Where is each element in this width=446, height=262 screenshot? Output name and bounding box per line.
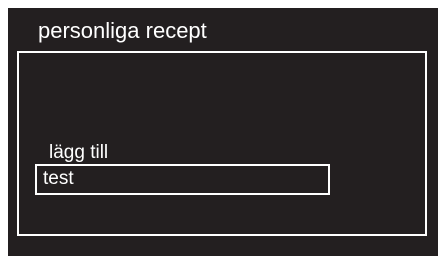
recipe-list-panel: lägg till test [17,51,427,236]
screen-title: personliga recept [38,18,207,43]
add-recipe-item[interactable]: lägg till [49,141,108,165]
recipe-item-selected[interactable]: test [35,164,330,195]
recipe-screen: personliga recept lägg till test [8,8,438,256]
